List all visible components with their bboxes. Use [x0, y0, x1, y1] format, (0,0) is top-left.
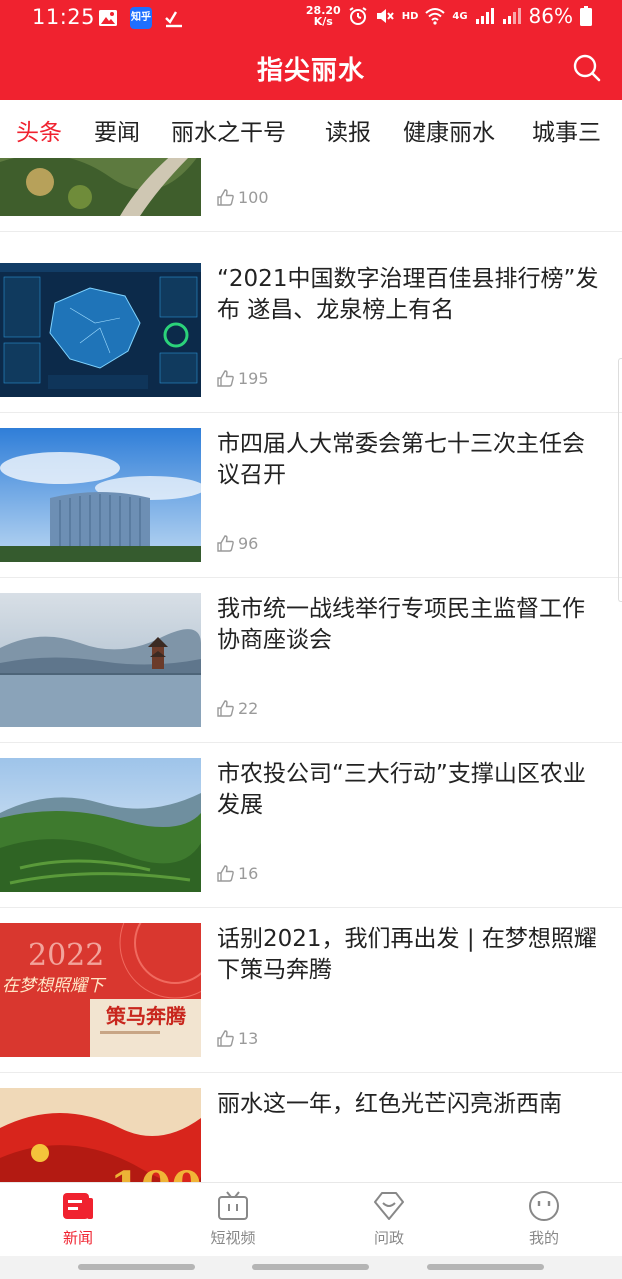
like-count: 195 [217, 369, 269, 388]
nav-news-label: 新闻 [62, 1229, 93, 1247]
gesture-pill-right[interactable] [427, 1264, 544, 1270]
news-thumbnail [0, 428, 201, 562]
alarm-icon [349, 7, 367, 25]
news-thumbnail [0, 593, 201, 727]
nav-news[interactable]: 新闻 [18, 1189, 138, 1248]
network-speed: 28.20 K/s [306, 5, 341, 27]
tv-icon [218, 1191, 248, 1220]
tab-health[interactable]: 健康丽水 [403, 113, 495, 147]
news-title: 我市统一战线举行专项民主监督工作协商座谈会 [217, 596, 585, 653]
gesture-pill-center[interactable] [252, 1264, 369, 1270]
news-thumbnail [0, 158, 201, 216]
gallery-icon [99, 10, 117, 26]
thumb-up-icon [217, 1030, 234, 1047]
news-title: 话别2021，我们再出发 | 在梦想照耀下策马奔腾 [217, 926, 597, 983]
tab-city[interactable]: 城事三 [532, 113, 601, 147]
mute-icon [376, 9, 394, 23]
signal-icon-2 [502, 8, 521, 24]
news-title: 丽水这一年，红色光芒闪亮浙西南 [217, 1091, 562, 1117]
svg-text:100: 100 [110, 1163, 201, 1182]
news-item[interactable]: 市四届人大常委会第七十三次主任会议召开 96 [0, 413, 622, 578]
battery-percent: 86% [528, 4, 573, 28]
news-thumbnail: 100 [0, 1088, 201, 1182]
like-count: 16 [217, 864, 258, 883]
gesture-pill-left[interactable] [78, 1264, 195, 1270]
network-type: 4G [452, 10, 468, 22]
tab-headline[interactable]: 头条 [16, 113, 62, 147]
like-number: 16 [238, 864, 259, 883]
tab-lishui-gan[interactable]: 丽水之干号 [171, 113, 286, 147]
thumb-up-icon [217, 370, 234, 387]
thumb-up-icon [217, 700, 234, 717]
nav-wenzheng[interactable]: 问政 [329, 1189, 449, 1248]
like-number: 13 [238, 1029, 259, 1048]
system-status: 28.20 K/s HD 4G 86% [306, 4, 592, 28]
news-item[interactable]: 市农投公司“三大行动”支撑山区农业发展 16 [0, 743, 622, 908]
news-thumbnail: 2022 在梦想照耀下 策马奔腾 [0, 923, 201, 1057]
status-bar: 11:25 知乎 28.20 K/s HD 4G 86% [0, 0, 622, 36]
nav-short-video-label: 短视频 [210, 1229, 256, 1247]
wifi-icon [425, 8, 446, 25]
like-number: 195 [238, 369, 269, 388]
tab-newspaper[interactable]: 读报 [325, 113, 371, 147]
speed-unit: K/s [313, 15, 333, 28]
thumb-up-icon [217, 535, 234, 552]
news-item[interactable]: 我市统一战线举行专项民主监督工作协商座谈会 22 [0, 578, 622, 743]
like-count: 22 [217, 699, 258, 718]
like-count: 100 [217, 188, 269, 207]
nav-wenzheng-label: 问政 [373, 1229, 404, 1247]
news-item[interactable]: 100 丽水这一年，红色光芒闪亮浙西南 [0, 1073, 622, 1182]
news-item[interactable]: “2021中国数字治理百佳县排行榜”发布 遂昌、龙泉榜上有名 195 [0, 248, 622, 413]
smile-icon [529, 1191, 559, 1221]
news-thumbnail [0, 758, 201, 892]
thumb-horse: 策马奔腾 [106, 1004, 187, 1028]
hd-label: HD [401, 10, 419, 22]
like-number: 100 [238, 188, 269, 207]
battery-icon [580, 6, 592, 26]
thumb-up-icon [217, 189, 234, 206]
zhihu-app-icon: 知乎 [130, 7, 152, 29]
channel-tabs: 头条 要闻 丽水之干号 读报 健康丽水 城事三 [0, 100, 622, 158]
news-item[interactable]: 100 [0, 158, 622, 232]
news-item[interactable]: 2022 在梦想照耀下 策马奔腾 话别2021，我们再出发 | 在梦想照耀下策马… [0, 908, 622, 1073]
like-number: 22 [238, 699, 259, 718]
like-number: 96 [238, 534, 259, 553]
news-title: “2021中国数字治理百佳县排行榜”发布 遂昌、龙泉榜上有名 [217, 266, 599, 323]
bottom-navigation: 新闻 短视频 问政 我的 [0, 1182, 622, 1256]
tab-top-news[interactable]: 要闻 [94, 113, 140, 147]
thumb-up-icon [217, 865, 234, 882]
signal-icon [475, 8, 494, 24]
news-thumbnail [0, 263, 201, 397]
news-title: 市四届人大常委会第七十三次主任会议召开 [217, 431, 585, 488]
like-count: 13 [217, 1029, 258, 1048]
news-title: 市农投公司“三大行动”支撑山区农业发展 [217, 761, 586, 818]
news-list: 100 “2021中国数字治理百佳县排行榜”发布 遂昌、龙泉榜上有名 195 市… [0, 158, 622, 1182]
chat-heart-icon [374, 1192, 404, 1220]
news-icon [63, 1193, 93, 1219]
app-header: 指尖丽水 [0, 36, 622, 100]
check-download-icon [165, 11, 182, 28]
gesture-bar [0, 1256, 622, 1279]
nav-mine[interactable]: 我的 [484, 1189, 604, 1248]
search-icon[interactable] [572, 53, 602, 83]
nav-short-video[interactable]: 短视频 [173, 1189, 293, 1248]
app-title: 指尖丽水 [256, 56, 365, 86]
like-count: 96 [217, 534, 258, 553]
thumb-year: 2022 [28, 938, 104, 973]
nav-mine-label: 我的 [528, 1229, 559, 1247]
scroll-indicator[interactable] [618, 358, 622, 602]
notification-icons: 知乎 [98, 7, 184, 29]
status-time: 11:25 [32, 5, 96, 29]
thumb-dream: 在梦想照耀下 [2, 976, 107, 996]
